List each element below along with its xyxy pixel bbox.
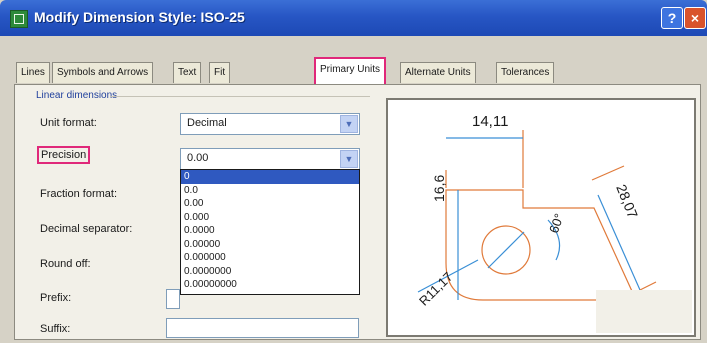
help-button[interactable]: ? bbox=[661, 7, 683, 29]
group-divider bbox=[110, 96, 370, 97]
precision-option[interactable]: 0.00 bbox=[181, 197, 359, 211]
unit-format-value: Decimal bbox=[187, 117, 227, 129]
window-title: Modify Dimension Style: ISO-25 bbox=[34, 9, 245, 25]
suffix-label: Suffix: bbox=[40, 323, 71, 335]
suffix-input[interactable] bbox=[166, 318, 359, 338]
precision-option[interactable]: 0.00000 bbox=[181, 238, 359, 252]
tab-tolerances[interactable]: Tolerances bbox=[496, 62, 555, 83]
chevron-down-icon[interactable]: ▼ bbox=[340, 150, 358, 168]
group-label: Linear dimensions bbox=[36, 90, 118, 101]
precision-option[interactable]: 0.0000 bbox=[181, 224, 359, 238]
preview-top-dimension: 14,11 bbox=[472, 113, 509, 130]
precision-label: Precision bbox=[37, 146, 91, 164]
precision-option[interactable]: 0.0000000 bbox=[181, 265, 359, 279]
tab-text[interactable]: Text bbox=[173, 62, 202, 83]
unit-format-label: Unit format: bbox=[40, 117, 97, 129]
tab-alternate-units[interactable]: Alternate Units bbox=[400, 62, 476, 83]
precision-option[interactable]: 0.000 bbox=[181, 211, 359, 225]
preview-fade bbox=[596, 290, 692, 333]
tab-lines[interactable]: Lines bbox=[16, 62, 50, 83]
close-button[interactable]: × bbox=[684, 7, 706, 29]
tab-primary-units[interactable]: Primary Units bbox=[314, 57, 387, 86]
decimal-separator-label: Decimal separator: bbox=[40, 223, 133, 235]
tab-symbols-and-arrows[interactable]: Symbols and Arrows bbox=[52, 62, 154, 83]
precision-option[interactable]: 0.000000 bbox=[181, 251, 359, 265]
prefix-label: Prefix: bbox=[40, 292, 72, 304]
precision-option[interactable]: 0 bbox=[181, 170, 359, 184]
precision-value: 0.00 bbox=[187, 152, 209, 164]
chevron-down-icon[interactable]: ▼ bbox=[340, 115, 358, 133]
fraction-format-label: Fraction format: bbox=[40, 188, 118, 200]
precision-option[interactable]: 0.0 bbox=[181, 184, 359, 198]
precision-option[interactable]: 0.00000000 bbox=[181, 278, 359, 292]
app-icon bbox=[10, 10, 28, 28]
unit-format-select[interactable]: Decimal ▼ bbox=[180, 113, 360, 135]
precision-select[interactable]: 0.00 ▼ bbox=[180, 148, 360, 170]
title-bar: Modify Dimension Style: ISO-25 ? × bbox=[0, 0, 707, 36]
round-off-label: Round off: bbox=[40, 258, 91, 270]
preview-left-dimension: 16,6 bbox=[431, 174, 447, 202]
tab-fit[interactable]: Fit bbox=[209, 62, 231, 83]
prefix-input[interactable] bbox=[166, 289, 180, 309]
precision-dropdown: 0 0.0 0.00 0.000 0.0000 0.00000 0.000000… bbox=[180, 169, 360, 295]
